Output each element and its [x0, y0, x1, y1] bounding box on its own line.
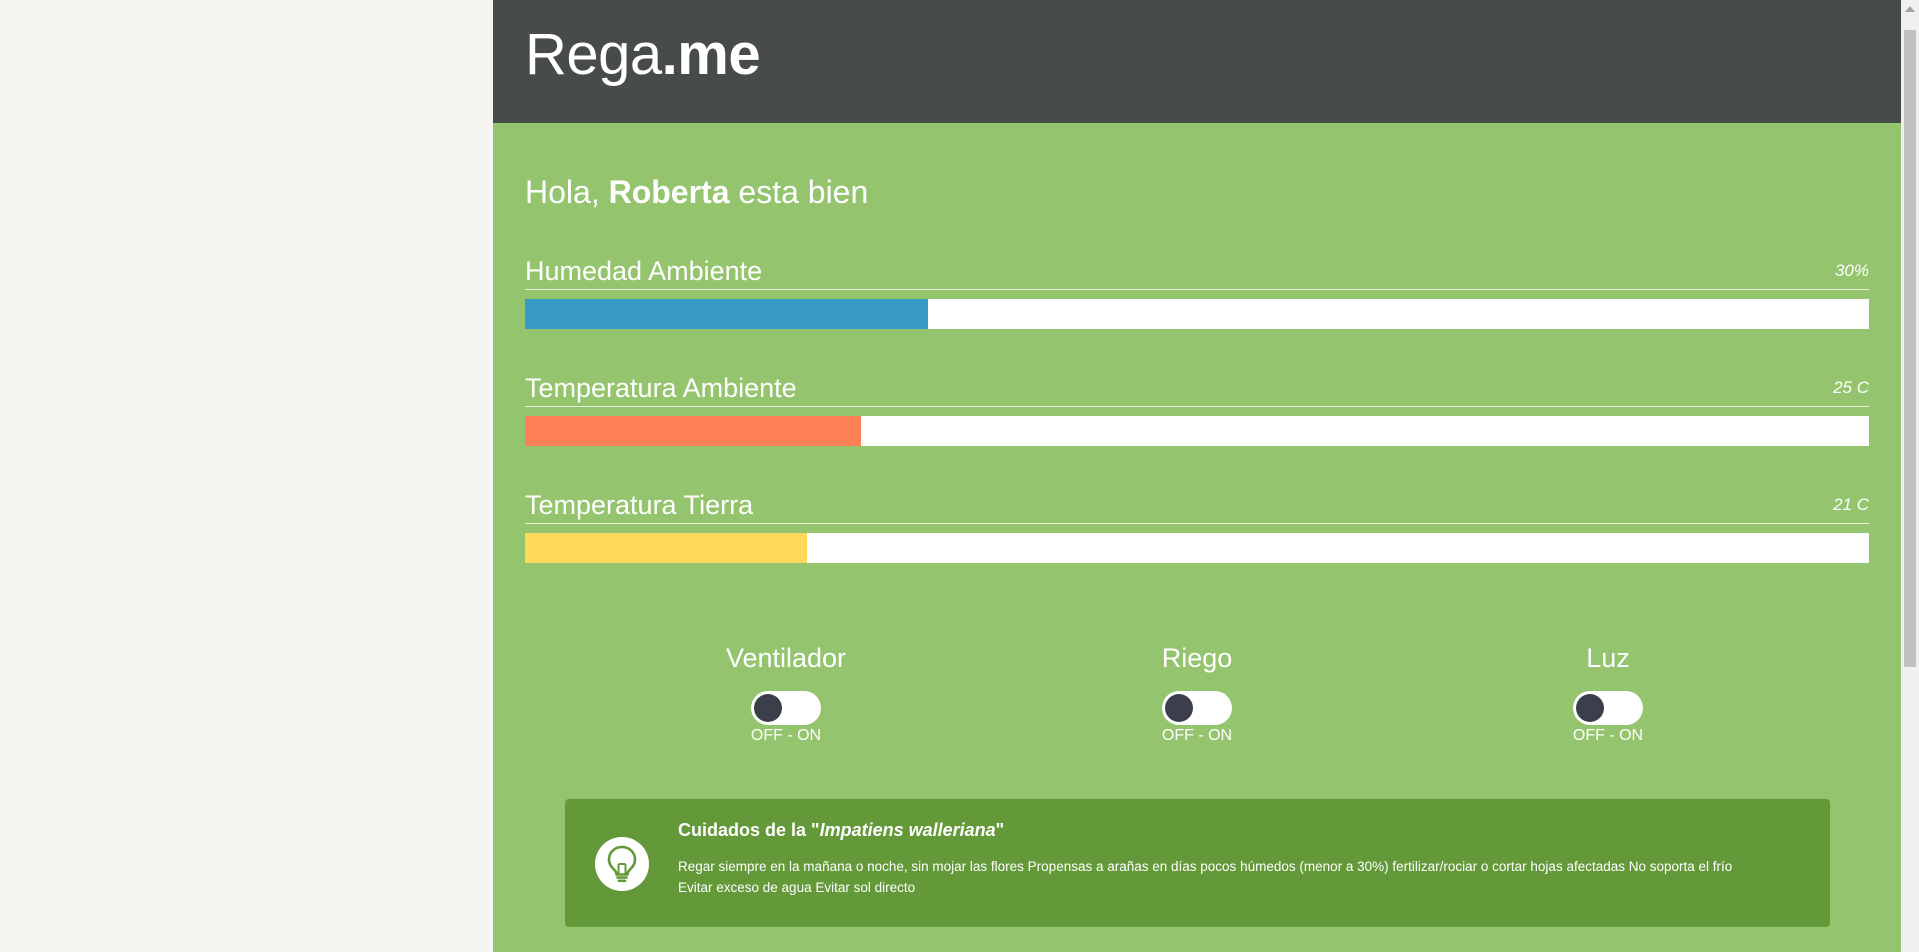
header-bar: Rega.me	[493, 0, 1901, 123]
metric-progress-track	[525, 533, 1869, 563]
metric-divider	[525, 523, 1869, 524]
switch-knob	[1576, 694, 1604, 722]
tip-species-name: Impatiens walleriana	[819, 820, 996, 840]
scrollbar-thumb[interactable]	[1904, 30, 1916, 667]
tip-body: Regar siempre en la mañana o noche, sin …	[678, 859, 1733, 895]
toggle-state-label: OFF - ON	[1572, 727, 1644, 744]
toggle-state-label: OFF - ON	[1161, 727, 1233, 744]
metric-progress-track	[525, 416, 1869, 446]
metric-progress-fill	[525, 533, 808, 563]
metric-progress-fill	[525, 299, 929, 329]
greeting-prefix: Hola,	[525, 174, 600, 210]
ventilador-switch[interactable]	[751, 691, 821, 725]
metric-label: Temperatura Tierra	[525, 490, 754, 520]
greeting: Hola, Roberta esta bien	[525, 176, 868, 208]
metric-value: 21 C	[1833, 495, 1869, 514]
metric-label: Humedad Ambiente	[525, 256, 763, 286]
metric-progress-track	[525, 299, 1869, 329]
switch-knob	[1165, 694, 1193, 722]
toggle-ventilador: Ventilador OFF - ON	[686, 645, 886, 744]
toggle-riego: Riego OFF - ON	[1097, 645, 1297, 744]
tip-title-prefix: Cuidados de la "	[678, 820, 820, 840]
metric-progress-fill	[525, 416, 861, 446]
toggle-label: Riego	[1161, 643, 1233, 673]
tip-title: Cuidados de la "Impatiens walleriana"	[678, 821, 1004, 839]
metric-value: 30%	[1834, 261, 1869, 280]
metric-divider	[525, 289, 1869, 290]
lightbulb-icon	[595, 837, 649, 891]
toggle-state-label: OFF - ON	[750, 727, 822, 744]
switch-knob	[754, 694, 782, 722]
vertical-scrollbar[interactable]	[1901, 0, 1919, 952]
toggle-label: Ventilador	[725, 643, 847, 673]
brand-prefix: Rega	[525, 22, 662, 87]
riego-switch[interactable]	[1162, 691, 1232, 725]
greeting-suffix: esta bien	[738, 174, 869, 210]
plant-name: Roberta	[608, 174, 730, 210]
app-panel: Rega.me Hola, Roberta esta bien Humedad …	[493, 0, 1901, 952]
metric-label: Temperatura Ambiente	[525, 373, 797, 403]
care-tip-panel: Cuidados de la "Impatiens walleriana" Re…	[565, 799, 1830, 927]
scroll-up-arrow-icon[interactable]	[1905, 6, 1915, 12]
luz-switch[interactable]	[1573, 691, 1643, 725]
tip-title-suffix: "	[995, 820, 1005, 840]
toggle-label: Luz	[1586, 643, 1630, 673]
metric-value: 25 C	[1833, 378, 1869, 397]
brand-suffix: .me	[661, 22, 761, 87]
metric-divider	[525, 406, 1869, 407]
brand-logo[interactable]: Rega.me	[525, 26, 761, 84]
toggle-luz: Luz OFF - ON	[1508, 645, 1708, 744]
